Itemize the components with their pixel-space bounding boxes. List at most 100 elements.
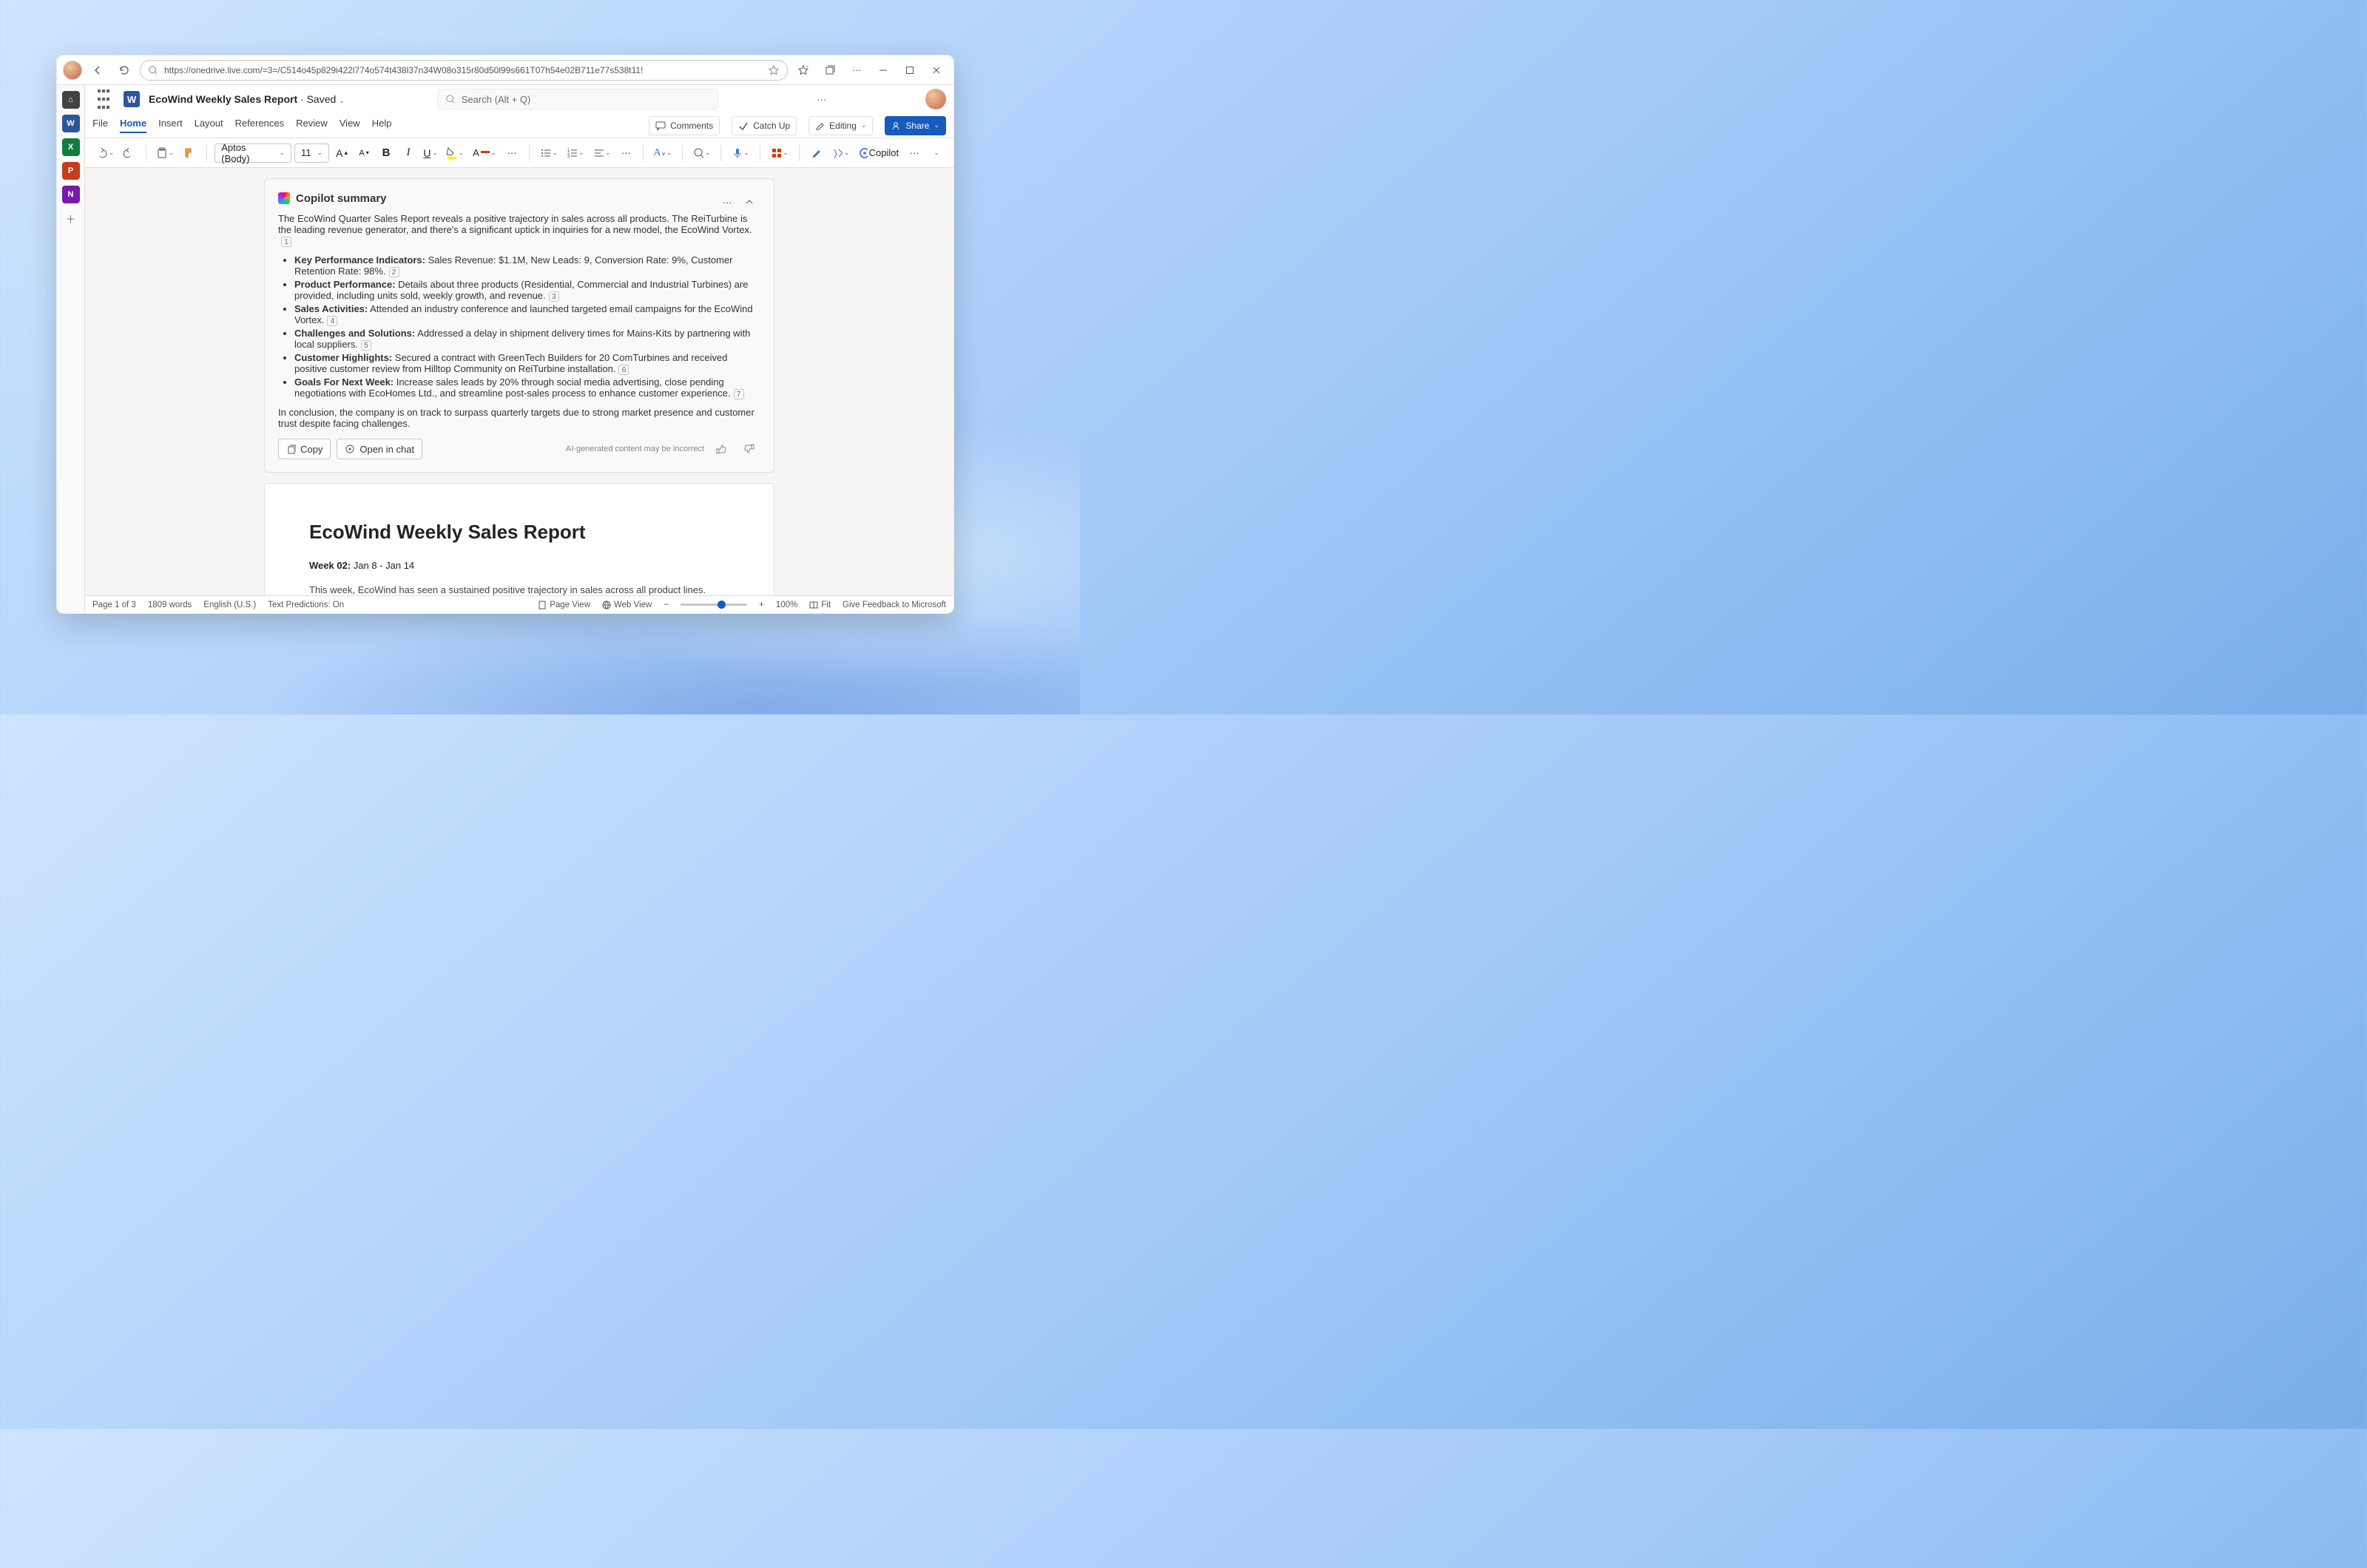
search-icon [148,65,158,75]
page-view-button[interactable]: Page View [538,601,590,609]
styles-button[interactable]: Aᵧ⌄ [651,143,674,163]
editor-button[interactable] [807,143,826,163]
share-button[interactable]: Share⌄ [885,116,946,135]
dictate-button[interactable]: ⌄ [729,143,752,163]
copilot-icon [859,147,868,159]
feedback-link[interactable]: Give Feedback to Microsoft [843,601,946,609]
rail-add[interactable]: ＋ [62,209,80,227]
catchup-button[interactable]: Catch Up [732,116,797,135]
web-view-button[interactable]: Web View [602,601,652,609]
editing-button[interactable]: Editing⌄ [808,116,873,135]
more-button[interactable]: ··· [845,59,868,81]
paste-button[interactable]: ⌄ [153,143,177,163]
thumbs-up-button[interactable] [710,438,732,460]
thumbs-down-button[interactable] [738,438,760,460]
font-color-button[interactable]: A⌄ [470,143,499,163]
rewrite-button[interactable]: ⌄ [829,143,853,163]
tab-home[interactable]: Home [120,118,146,133]
copilot-button[interactable]: Copilot [856,143,902,163]
citation[interactable]: 3 [549,291,559,302]
designer-button[interactable]: ⌄ [768,143,791,163]
fit-icon [809,601,818,609]
tab-insert[interactable]: Insert [158,118,183,133]
collections-button[interactable] [819,59,841,81]
zoom-slider[interactable] [681,604,747,606]
tab-help[interactable]: Help [372,118,392,133]
citation[interactable]: 2 [389,267,399,277]
maximize-button[interactable] [899,59,921,81]
favorites-button[interactable] [792,59,814,81]
grow-font-button[interactable]: A▴ [332,143,351,163]
tab-view[interactable]: View [340,118,360,133]
bullets-button[interactable]: ⌄ [537,143,561,163]
web-view-icon [602,601,611,609]
doc-title[interactable]: EcoWind Weekly Sales Report · Saved ⌄ [149,93,345,105]
undo-button[interactable]: ⌄ [92,143,118,163]
align-button[interactable]: ⌄ [590,143,614,163]
rail-excel[interactable]: X [62,138,80,156]
tab-review[interactable]: Review [296,118,328,133]
shrink-font-button[interactable]: A▾ [354,143,374,163]
font-size-selector[interactable]: 11⌄ [294,143,329,163]
tab-layout[interactable]: Layout [195,118,223,133]
comments-button[interactable]: Comments [649,116,720,135]
find-button[interactable]: ⌄ [690,143,714,163]
redo-button[interactable] [119,143,138,163]
italic-button[interactable]: I [399,143,418,163]
back-button[interactable] [87,59,109,81]
summary-intro: The EcoWind Quarter Sales Report reveals… [278,213,760,247]
account-avatar[interactable] [925,89,946,109]
copy-button[interactable]: Copy [278,439,331,459]
font-selector[interactable]: Aptos (Body)⌄ [215,143,291,163]
search-box[interactable]: Search (Alt + Q) [437,89,718,109]
document-page[interactable]: EcoWind Weekly Sales Report Week 02: Jan… [264,483,774,595]
zoom-in-button[interactable]: + [759,601,764,609]
profile-avatar[interactable] [63,61,82,80]
highlight-button[interactable]: ⌄ [443,143,467,163]
word-logo-icon: W [124,91,140,107]
doc-paragraph: This week, EcoWind has seen a sustained … [309,584,729,595]
toolbar-more[interactable]: ··· [905,143,924,163]
address-bar[interactable]: https://onedrive.live.com/=3=/C514o45p82… [140,60,788,81]
status-words[interactable]: 1809 words [148,601,192,609]
zoom-level[interactable]: 100% [776,601,797,609]
status-page[interactable]: Page 1 of 3 [92,601,136,609]
summary-collapse[interactable] [738,191,760,213]
summary-list: Key Performance Indicators: Sales Revenu… [278,254,760,399]
app-launcher[interactable] [92,88,115,110]
status-lang[interactable]: English (U.S.) [203,601,256,609]
para-more[interactable]: ··· [616,143,635,163]
font-more[interactable]: ··· [502,143,521,163]
header-more[interactable]: ··· [811,88,833,110]
underline-button[interactable]: U⌄ [421,143,440,163]
refresh-button[interactable] [113,59,135,81]
summary-more[interactable]: ··· [716,191,738,213]
rail-onenote[interactable]: N [62,186,80,203]
catchup-icon [738,121,749,131]
rail-word[interactable]: W [62,115,80,132]
rail-powerpoint[interactable]: P [62,162,80,180]
citation[interactable]: 7 [734,389,744,399]
close-button[interactable] [925,59,948,81]
url-text: https://onedrive.live.com/=3=/C514o45p82… [164,65,762,75]
star-icon[interactable] [768,64,780,76]
status-predictions[interactable]: Text Predictions: On [268,601,344,609]
open-in-chat-button[interactable]: Open in chat [337,439,422,459]
citation[interactable]: 4 [327,316,337,326]
tab-references[interactable]: References [235,118,284,133]
format-painter-button[interactable] [180,143,199,163]
citation[interactable]: 6 [618,365,629,375]
search-icon [445,94,456,104]
document-canvas[interactable]: Copilot summary ··· The EcoWind Quarter … [85,168,953,595]
tab-file[interactable]: File [92,118,108,133]
rail-home[interactable]: ⌂ [62,91,80,109]
citation[interactable]: 5 [361,340,371,351]
ribbon-collapse[interactable]: ⌄ [927,143,946,163]
numbering-button[interactable]: 123⌄ [564,143,587,163]
bold-button[interactable]: B [377,143,396,163]
minimize-button[interactable] [872,59,894,81]
citation-1[interactable]: 1 [281,237,291,247]
copilot-icon [345,444,355,454]
fit-button[interactable]: Fit [809,601,831,609]
zoom-out-button[interactable]: − [663,601,669,609]
